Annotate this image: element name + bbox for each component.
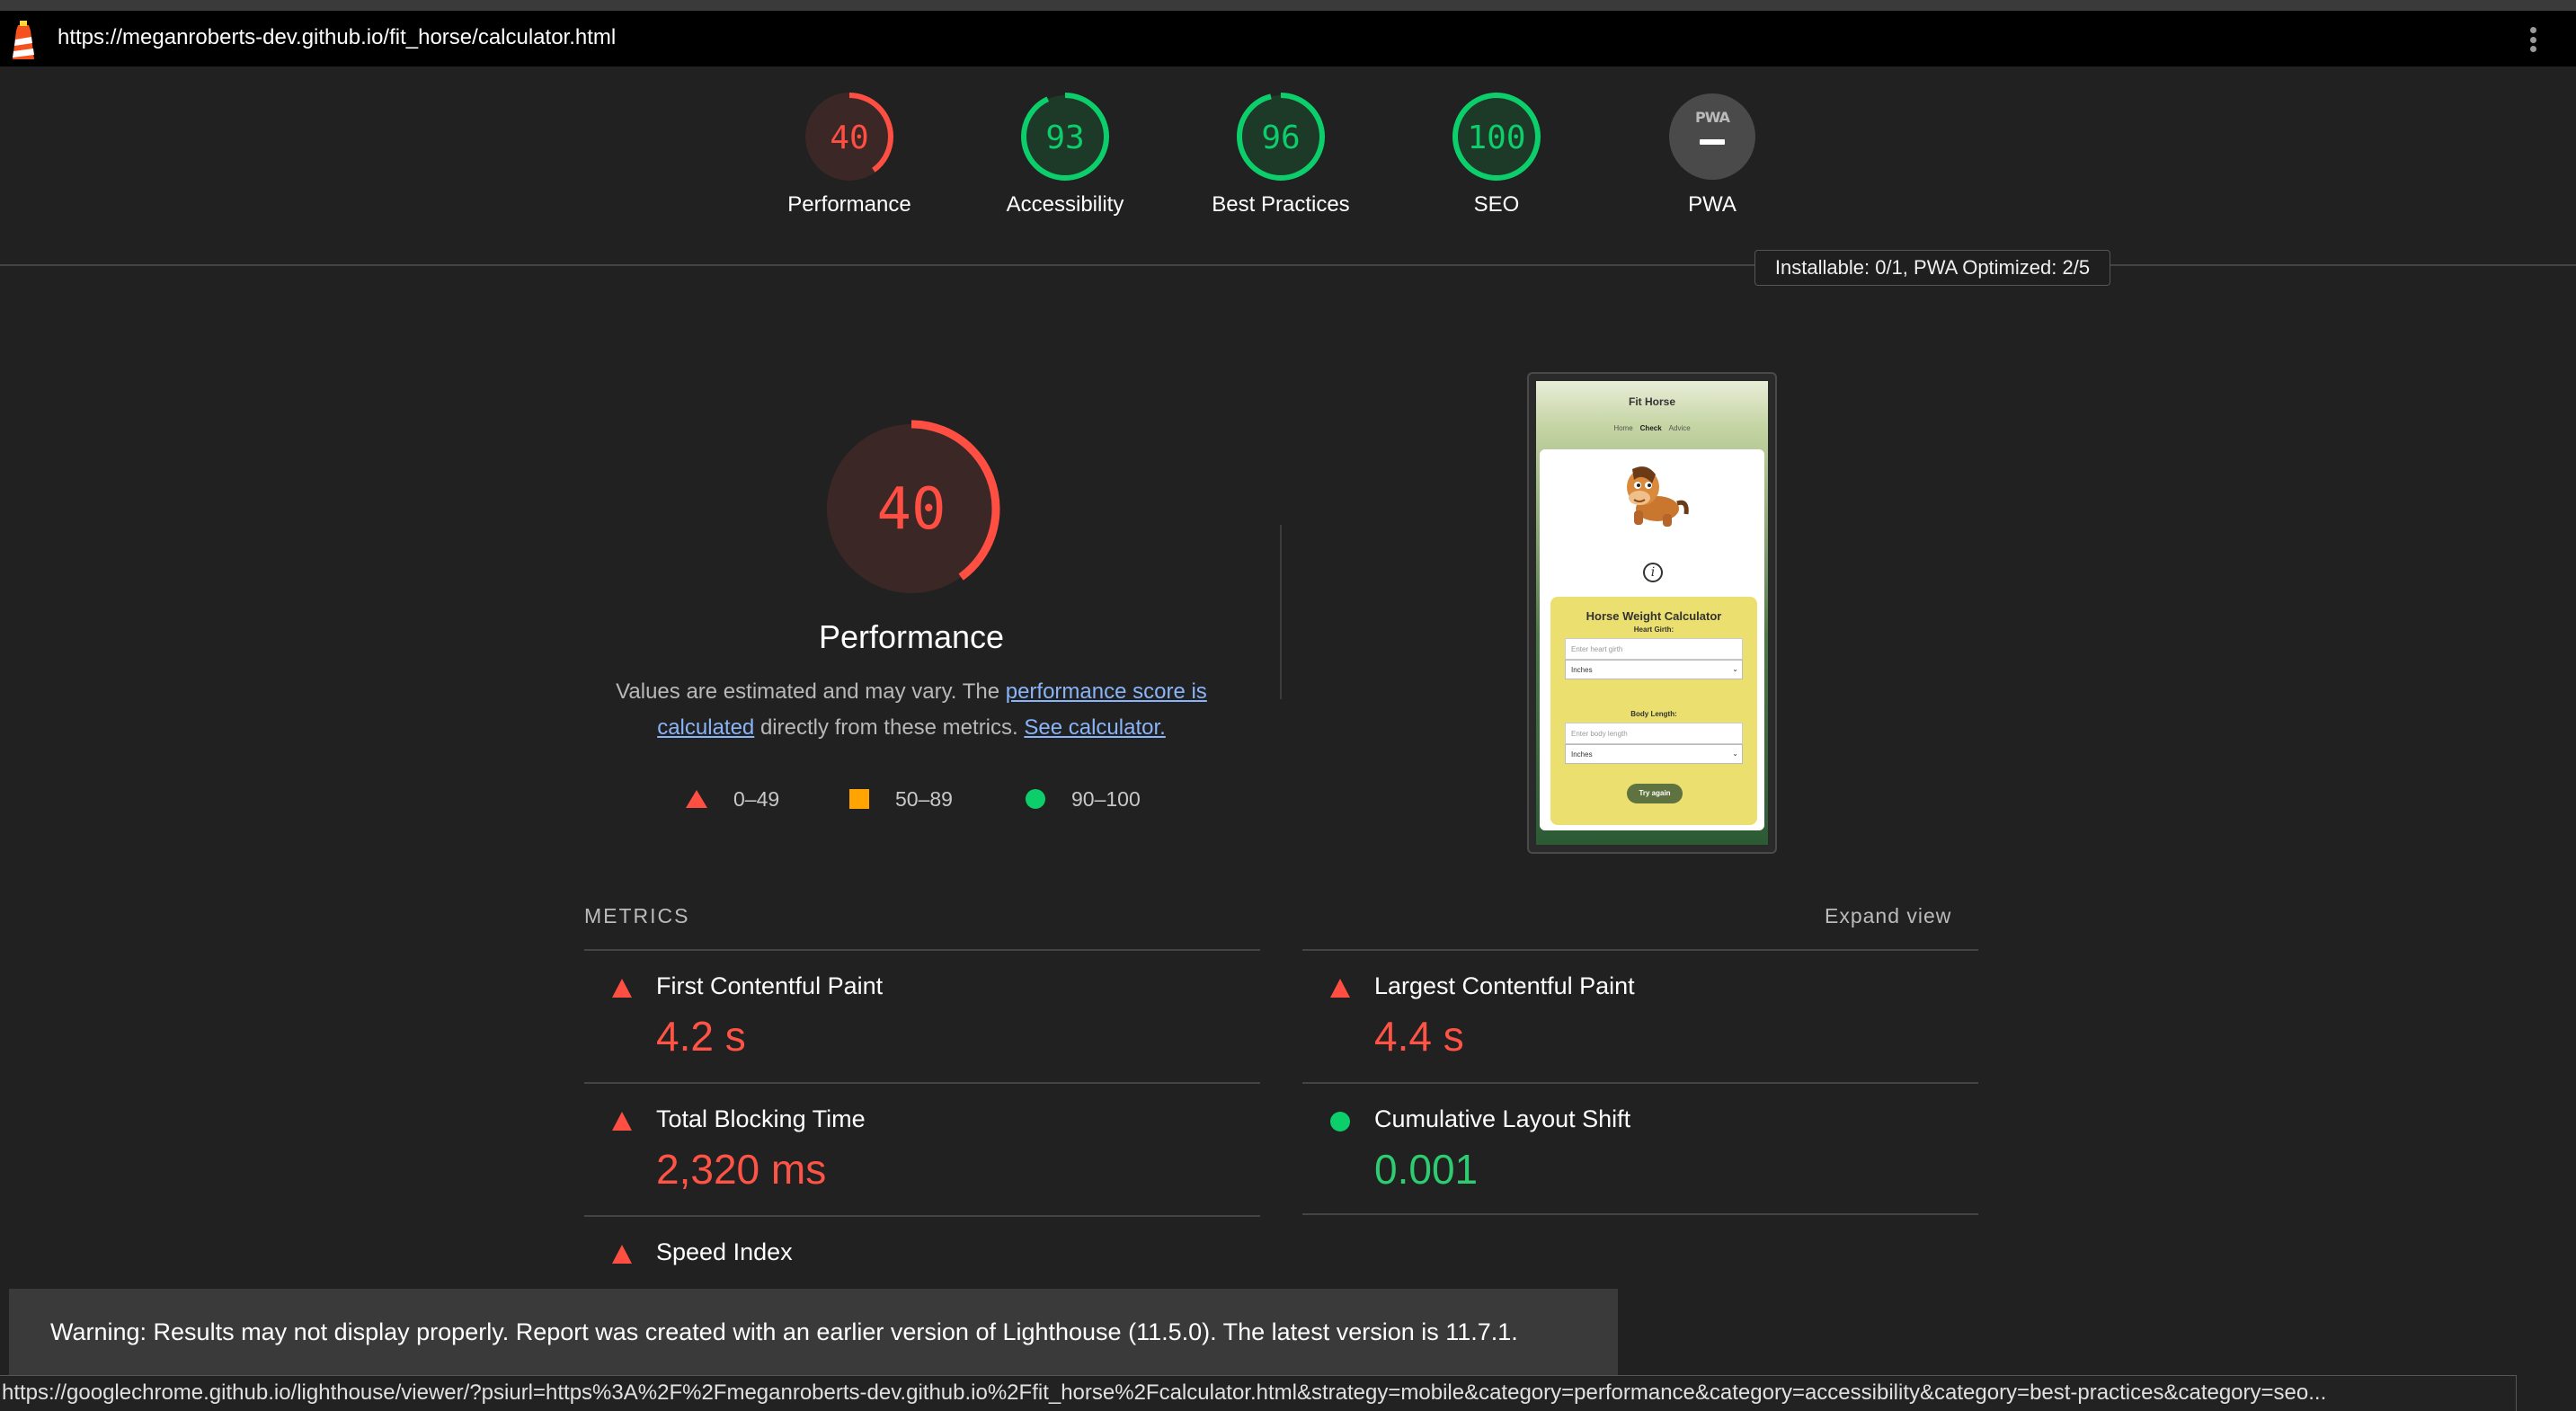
gauge-label: Accessibility <box>1006 192 1124 217</box>
metric-title: Cumulative Layout Shift <box>1374 1105 1631 1132</box>
gauge-score: 40 <box>830 120 868 156</box>
pwa-badge-text: PWA <box>1695 109 1731 126</box>
performance-large-score: 40 <box>876 476 946 543</box>
section-divider <box>1280 525 1282 699</box>
gauge-score: 96 <box>1261 120 1300 156</box>
pwa-tooltip: Installable: 0/1, PWA Optimized: 2/5 <box>1754 250 2110 286</box>
legend-fail: 0–49 <box>685 784 779 814</box>
square-icon <box>849 789 869 809</box>
accessibility-gauge-ring: 93 <box>1021 93 1109 181</box>
lighthouse-topbar: https://meganroberts-dev.github.io/fit_h… <box>0 11 2576 67</box>
metric-cumulative-layout-shift: Cumulative Layout Shift 0.001 <box>1302 1082 1978 1215</box>
body-length-input: Enter body length <box>1565 723 1743 744</box>
gauge-accessibility[interactable]: 93 Accessibility <box>975 92 1155 217</box>
metric-total-blocking-time: Total Blocking Time 2,320 ms <box>584 1082 1260 1215</box>
metric-value: 4.4 s <box>1374 1013 1464 1060</box>
gauge-best-practices[interactable]: 96 Best Practices <box>1191 92 1371 217</box>
final-screenshot-thumbnail[interactable]: Fit Horse Home Check Advice i Horse Weig… <box>1527 372 1777 854</box>
triangle-icon <box>686 790 707 808</box>
nav-advice: Advice <box>1668 424 1691 432</box>
site-nav: Home Check Advice <box>1536 424 1768 432</box>
gauge-label: Best Practices <box>1212 192 1350 217</box>
pwa-badge-icon: PWA <box>1669 93 1755 180</box>
triangle-icon <box>1330 979 1350 998</box>
gauge-seo[interactable]: 100 SEO <box>1407 92 1586 217</box>
metric-value: 0.001 <box>1374 1146 1479 1193</box>
chevron-down-icon: ⌄ <box>1732 750 1738 758</box>
chevron-down-icon: ⌄ <box>1732 665 1738 673</box>
circle-icon <box>1330 1112 1350 1131</box>
triangle-icon <box>612 979 632 998</box>
circle-icon <box>1026 789 1045 809</box>
metric-value: 2,320 ms <box>656 1146 827 1193</box>
gauge-score: 100 <box>1467 120 1525 156</box>
score-gauges-header: 40 Performance 93 Accessibility 96 Best … <box>0 67 2576 286</box>
metrics-heading: METRICS <box>584 904 690 927</box>
metric-title: Largest Contentful Paint <box>1374 972 1635 999</box>
horse-icon <box>1627 466 1689 527</box>
triangle-icon <box>612 1245 632 1264</box>
info-icon: i <box>1643 563 1663 582</box>
lighthouse-logo-icon <box>13 21 34 59</box>
performance-large-gauge: 40 <box>822 420 1000 598</box>
expand-view-toggle[interactable]: Expand view <box>1825 904 1951 928</box>
metric-largest-contentful-paint: Largest Contentful Paint 4.4 s <box>1302 949 1978 1082</box>
more-options-icon[interactable] <box>2522 23 2544 56</box>
legend-pass: 90–100 <box>1025 784 1141 814</box>
heart-girth-input: Enter heart girth <box>1565 638 1743 660</box>
gauge-label: Performance <box>787 192 911 217</box>
metric-title: Speed Index <box>656 1238 793 1265</box>
report-url[interactable]: https://meganroberts-dev.github.io/fit_h… <box>58 25 616 50</box>
gauge-pwa[interactable]: PWA PWA <box>1622 92 1802 217</box>
body-length-unit-select: Inches ⌄ <box>1565 744 1743 764</box>
gauge-score: 93 <box>1045 120 1084 156</box>
link-status-bar: https://googlechrome.github.io/lighthous… <box>0 1375 2517 1411</box>
seo-gauge-ring: 100 <box>1452 93 1541 181</box>
legend-average: 50–89 <box>848 784 953 814</box>
metric-value: 4.2 s <box>656 1013 746 1060</box>
gauge-performance[interactable]: 40 Performance <box>759 92 939 217</box>
performance-description: Values are estimated and may vary. The p… <box>616 679 1207 740</box>
metric-title: Total Blocking Time <box>656 1105 866 1132</box>
body-length-label: Body Length: <box>1630 710 1677 718</box>
version-warning-banner: Warning: Results may not display properl… <box>9 1289 1618 1375</box>
metric-first-contentful-paint: First Contentful Paint 4.2 s <box>584 949 1260 1082</box>
nav-check: Check <box>1639 424 1662 432</box>
calculator-title: Horse Weight Calculator <box>1586 609 1722 623</box>
weight-calculator-form: Horse Weight Calculator Heart Girth: Ent… <box>1550 597 1757 825</box>
try-again-button: Try again <box>1627 784 1683 803</box>
performance-gauge-ring: 40 <box>805 93 893 181</box>
heart-girth-unit-select: Inches ⌄ <box>1565 660 1743 679</box>
window-top-strip <box>0 0 2576 11</box>
performance-title: Performance <box>818 618 1005 655</box>
heart-girth-label: Heart Girth: <box>1633 626 1674 634</box>
nav-home: Home <box>1613 424 1633 432</box>
metric-title: First Contentful Paint <box>656 972 884 999</box>
content-card: i Horse Weight Calculator Heart Girth: E… <box>1540 449 1764 830</box>
gauge-label: SEO <box>1473 192 1520 217</box>
site-title: Fit Horse <box>1628 395 1675 408</box>
see-calculator-link[interactable]: See calculator. <box>1024 715 1165 740</box>
gauge-label: PWA <box>1688 192 1737 217</box>
site-header: Fit Horse Home Check Advice <box>1536 381 1768 446</box>
best-practices-gauge-ring: 96 <box>1237 93 1325 181</box>
triangle-icon <box>612 1112 632 1131</box>
